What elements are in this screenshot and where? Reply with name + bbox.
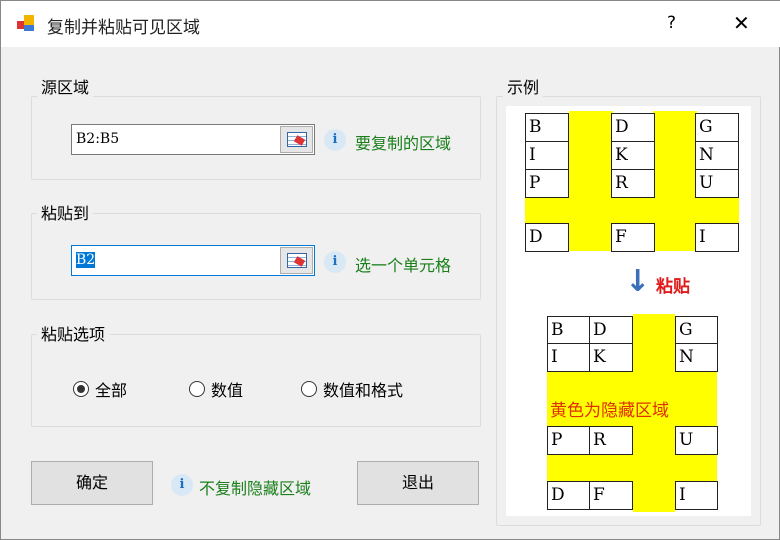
example-cell: F: [589, 481, 633, 510]
radio-circle[interactable]: [73, 381, 89, 397]
example-cell: I: [525, 141, 569, 170]
radio-circle[interactable]: [189, 381, 205, 397]
radio-label: 数值: [211, 381, 244, 400]
example-cell: R: [589, 426, 633, 455]
paste-options-label: 粘贴选项: [37, 321, 110, 345]
example-cell: I: [547, 343, 590, 372]
paste-to-value: B2: [76, 252, 96, 268]
paste-to-label: 粘贴到: [37, 200, 94, 224]
app-icon: [17, 15, 37, 33]
example-cell: U: [695, 169, 739, 198]
paste-caption: 粘贴: [656, 277, 690, 297]
exit-button[interactable]: 退出: [357, 461, 479, 505]
source-hint: 要复制的区域: [355, 134, 452, 153]
example-cell: B: [525, 113, 569, 142]
source-range-value: B2:B5: [76, 131, 120, 147]
close-button[interactable]: ✕: [733, 11, 750, 35]
example-cell: I: [695, 223, 739, 252]
example-cell: P: [525, 169, 569, 198]
radio-all[interactable]: 全部: [73, 377, 127, 401]
info-icon: i: [324, 129, 346, 151]
note-text: 不复制隐藏区域: [199, 479, 312, 498]
hidden-caption: 黄色为隐藏区域: [550, 401, 669, 421]
example-cell: B: [547, 316, 590, 345]
example-cell: R: [611, 169, 655, 198]
source-range-input[interactable]: B2:B5: [71, 124, 315, 155]
source-label: 源区域: [37, 74, 94, 98]
example-cell: F: [611, 223, 655, 252]
radio-circle[interactable]: [301, 381, 317, 397]
radio-label: 全部: [95, 381, 128, 400]
example-cell: G: [675, 316, 718, 345]
arrow-down-icon: ↓: [625, 264, 651, 299]
paste-to-hint: 选一个单元格: [355, 256, 452, 275]
example-cell: N: [695, 141, 739, 170]
info-icon: i: [171, 474, 193, 496]
example-cell: D: [547, 481, 590, 510]
ok-button[interactable]: 确定: [31, 461, 153, 505]
radio-values[interactable]: 数值: [189, 377, 243, 401]
window-title: 复制并粘贴可见区域: [47, 18, 200, 38]
example-cell: D: [589, 316, 633, 345]
example-cell: U: [675, 426, 718, 455]
help-button[interactable]: ?: [667, 13, 676, 33]
example-cell: K: [611, 141, 655, 170]
example-cell: K: [589, 343, 633, 372]
radio-label: 数值和格式: [323, 381, 404, 400]
title-bar: 复制并粘贴可见区域 ? ✕: [1, 1, 780, 47]
paste-to-input[interactable]: B2: [71, 245, 315, 276]
example-cell: P: [547, 426, 590, 455]
radio-values-formats[interactable]: 数值和格式: [301, 377, 403, 401]
range-picker-button[interactable]: [280, 126, 313, 153]
example-cell: D: [611, 113, 655, 142]
example-cell: I: [675, 481, 718, 510]
example-image: BDGIKNPRUDFIBDGIKNPRUDFI ↓ 粘贴 黄色为隐藏区域: [506, 106, 751, 516]
range-picker-button[interactable]: [280, 247, 313, 274]
example-cell: G: [695, 113, 739, 142]
info-icon: i: [324, 251, 346, 273]
example-cell: D: [525, 223, 569, 252]
example-label: 示例: [503, 74, 544, 98]
example-cell: N: [675, 343, 718, 372]
